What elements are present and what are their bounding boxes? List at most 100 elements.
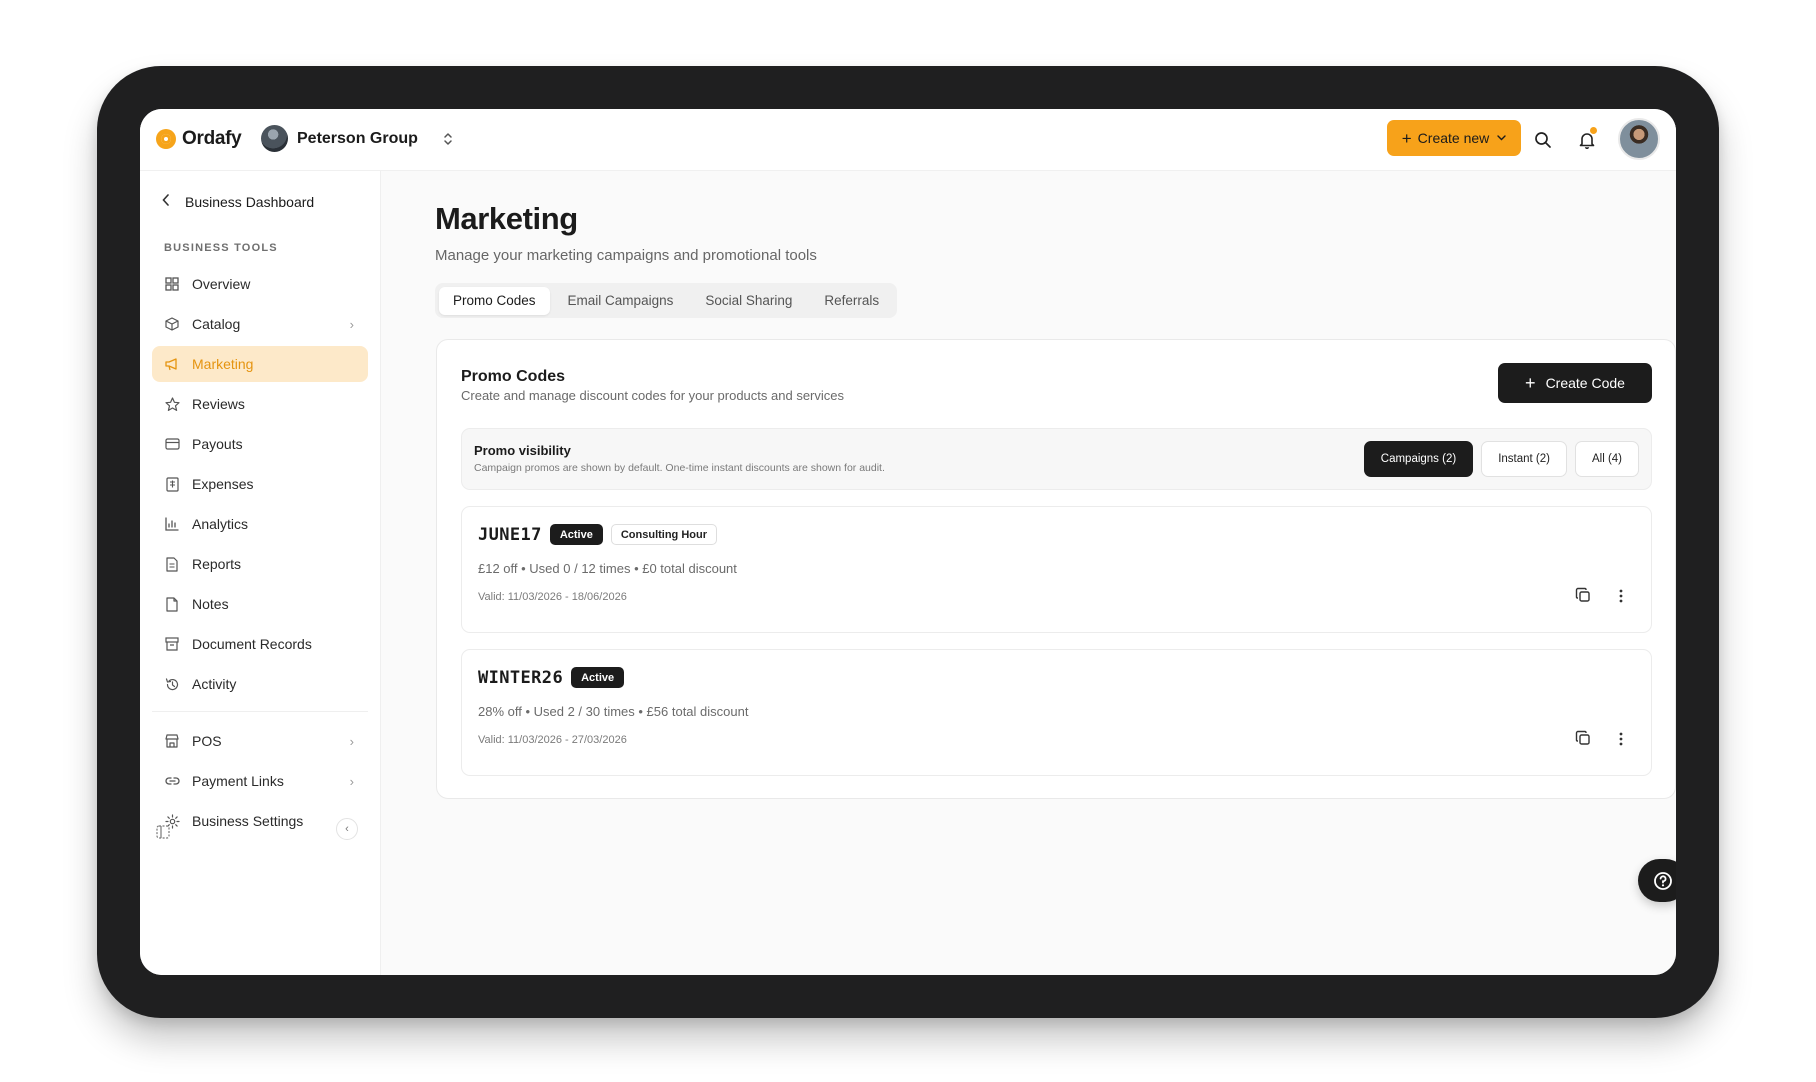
receipt-icon <box>164 476 180 492</box>
note-icon <box>164 596 180 612</box>
promo-usage: 28% off • Used 2 / 30 times • £56 total … <box>478 704 749 719</box>
more-vertical-icon[interactable] <box>1612 730 1630 748</box>
status-badge: Active <box>571 667 625 688</box>
grid-icon <box>164 276 180 292</box>
app-screen: Ordafy Peterson Group + Create new Busin… <box>140 109 1676 975</box>
page-title: Marketing <box>435 201 578 236</box>
filter-instant-button[interactable]: Instant (2) <box>1481 441 1567 477</box>
sidebar-item-catalog[interactable]: Catalog › <box>152 306 368 342</box>
sidebar-item-label: Catalog <box>192 316 241 332</box>
promo-code-item: JUNE17 Active Consulting Hour £12 off • … <box>461 506 1652 633</box>
sidebar-item-analytics[interactable]: Analytics <box>152 506 368 542</box>
sidebar-item-payment-links[interactable]: Payment Links › <box>152 763 368 799</box>
filter-campaigns-button[interactable]: Campaigns (2) <box>1363 441 1474 477</box>
sidebar-item-label: Business Settings <box>192 813 304 829</box>
status-badge: Active <box>549 524 603 545</box>
filter-all-button[interactable]: All (4) <box>1574 441 1639 477</box>
chevron-up-down-icon <box>443 132 453 146</box>
product-tag-badge: Consulting Hour <box>610 524 717 545</box>
store-icon <box>164 733 180 749</box>
copy-icon[interactable] <box>1575 587 1593 605</box>
link-icon <box>164 773 180 789</box>
promo-visibility-panel: Promo visibility Campaign promos are sho… <box>461 428 1652 490</box>
tab-social-sharing[interactable]: Social Sharing <box>691 287 806 315</box>
visibility-title: Promo visibility <box>474 443 571 458</box>
sidebar-item-label: POS <box>192 733 222 749</box>
promo-header: JUNE17 Active Consulting Hour <box>478 524 717 545</box>
org-switcher[interactable]: Peterson Group <box>261 125 453 152</box>
back-to-dashboard[interactable]: Business Dashboard <box>162 193 314 210</box>
sidebar-item-label: Overview <box>192 276 251 292</box>
chevron-right-icon: › <box>349 773 354 789</box>
bell-icon[interactable] <box>1576 127 1598 151</box>
help-button[interactable] <box>1638 859 1676 902</box>
sidebar-item-reviews[interactable]: Reviews <box>152 386 368 422</box>
sidebar-item-label: Document Records <box>192 636 312 652</box>
promo-header: WINTER26 Active <box>478 667 625 688</box>
copy-icon[interactable] <box>1575 730 1593 748</box>
sidebar-item-label: Activity <box>192 676 237 692</box>
chevron-left-icon <box>162 193 170 210</box>
brand-logo-icon <box>156 129 176 149</box>
sidebar-item-reports[interactable]: Reports <box>152 546 368 582</box>
sidebar-item-payouts[interactable]: Payouts <box>152 426 368 462</box>
sidebar-item-label: Payouts <box>192 436 243 452</box>
create-code-label: Create Code <box>1545 375 1625 391</box>
sidebar-item-label: Analytics <box>192 516 249 532</box>
history-icon <box>164 676 180 692</box>
back-label: Business Dashboard <box>185 193 315 210</box>
sidebar-nav: Overview Catalog › Marketing Reviews Pay… <box>152 266 368 706</box>
tab-referrals[interactable]: Referrals <box>810 287 893 315</box>
create-new-button[interactable]: + Create new <box>1387 120 1521 156</box>
main-content: Marketing Manage your marketing campaign… <box>381 171 1676 975</box>
section-label: BUSINESS TOOLS <box>164 242 278 254</box>
sidebar-item-label: Payment Links <box>192 773 284 789</box>
sidebar-panel-icon[interactable] <box>156 825 172 841</box>
brand-name: Ordafy <box>182 128 242 149</box>
promo-usage: £12 off • Used 0 / 12 times • £0 total d… <box>478 561 737 576</box>
sidebar-divider <box>152 711 368 712</box>
sidebar-item-overview[interactable]: Overview <box>152 266 368 302</box>
user-avatar[interactable] <box>1618 118 1660 160</box>
top-bar: Ordafy Peterson Group + Create new <box>140 109 1676 171</box>
help-circle-icon <box>1653 871 1672 890</box>
promo-code-text: WINTER26 <box>478 667 564 688</box>
tab-promo-codes[interactable]: Promo Codes <box>439 286 550 315</box>
document-icon <box>164 556 180 572</box>
brand[interactable]: Ordafy <box>156 128 242 150</box>
create-code-button[interactable]: + Create Code <box>1498 363 1652 403</box>
sidebar-item-business-settings[interactable]: Business Settings › <box>152 803 368 839</box>
sidebar-item-label: Marketing <box>192 356 254 372</box>
box-icon <box>164 316 180 332</box>
visibility-description: Campaign promos are shown by default. On… <box>474 462 885 474</box>
sidebar-item-marketing[interactable]: Marketing <box>152 346 368 382</box>
chevron-right-icon: › <box>349 733 354 749</box>
marketing-tabs: Promo Codes Email Campaigns Social Shari… <box>435 283 898 318</box>
collapse-sidebar-button[interactable]: ‹ <box>336 818 358 840</box>
search-icon[interactable] <box>1532 129 1554 151</box>
promo-codes-card: Promo Codes Create and manage discount c… <box>436 339 1676 799</box>
sidebar-item-notes[interactable]: Notes <box>152 586 368 622</box>
sidebar-item-label: Reviews <box>192 396 245 412</box>
bar-chart-icon <box>164 516 180 532</box>
tab-email-campaigns[interactable]: Email Campaigns <box>554 287 688 315</box>
plus-icon: + <box>1525 373 1536 393</box>
org-avatar <box>261 125 288 152</box>
card-icon <box>164 436 180 452</box>
more-vertical-icon[interactable] <box>1612 587 1630 605</box>
sidebar-item-label: Expenses <box>192 476 254 492</box>
promo-validity: Valid: 11/03/2026 - 18/06/2026 <box>478 591 627 603</box>
notification-dot <box>1590 127 1597 134</box>
star-icon <box>164 396 180 412</box>
sidebar-item-pos[interactable]: POS › <box>152 723 368 759</box>
sidebar-item-label: Notes <box>192 596 229 612</box>
org-name: Peterson Group <box>297 129 418 147</box>
page-subtitle: Manage your marketing campaigns and prom… <box>435 247 817 264</box>
sidebar-item-activity[interactable]: Activity <box>152 666 368 702</box>
sidebar-item-document-records[interactable]: Document Records <box>152 626 368 662</box>
sidebar-item-expenses[interactable]: Expenses <box>152 466 368 502</box>
chevron-right-icon: › <box>349 316 354 332</box>
visibility-filters: Campaigns (2) Instant (2) All (4) <box>1363 441 1639 477</box>
megaphone-icon <box>164 356 180 372</box>
promo-code-text: JUNE17 <box>478 524 542 545</box>
